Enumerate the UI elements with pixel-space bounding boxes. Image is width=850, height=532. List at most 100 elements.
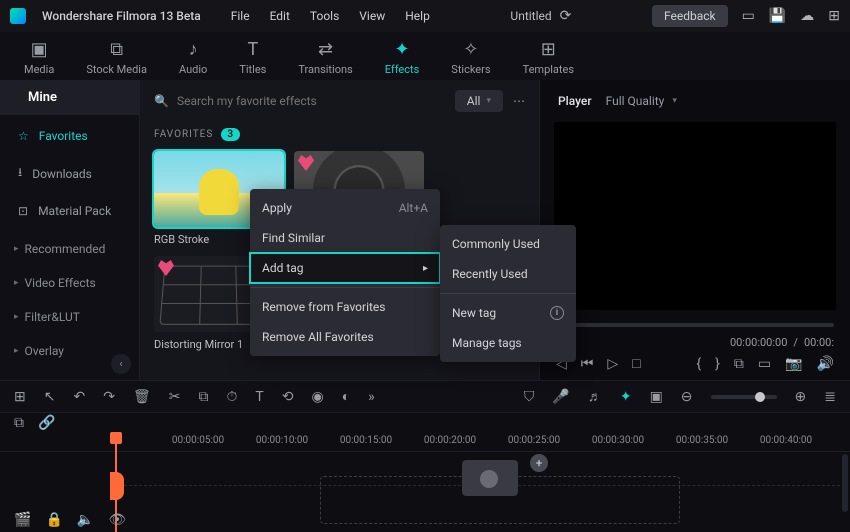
track-layers-icon[interactable]: ⧉ [14,415,24,431]
tag-new-tag[interactable]: New tagi [440,298,576,328]
sidebar-item-downloads[interactable]: ⭳Downloads [0,153,139,194]
track-visibility-button[interactable]: 🎬 [14,512,31,528]
crop-tool[interactable]: ⧉ [198,389,208,405]
mask-tool[interactable]: ◐ [342,388,350,405]
sidebar-collapse-button[interactable]: ‹ [111,354,131,374]
color-tool[interactable]: ◉ [311,389,323,405]
ctx-add-tag[interactable]: Add tag▸ [250,253,440,283]
track-eye-button[interactable]: 👁 [108,512,126,528]
more-options-button[interactable]: ⋯ [513,94,525,108]
separator [440,293,576,294]
menu-help[interactable]: Help [405,9,430,23]
ruler-tick: 00:00:25:00 [508,435,560,446]
tab-titles[interactable]: TTitles [239,39,266,80]
zoom-slider[interactable] [711,395,777,399]
clip-placeholder[interactable] [462,460,518,496]
cut-button[interactable]: ✂ [169,389,181,405]
cloud-icon[interactable]: ☁ [800,8,814,24]
main-menu: File Edit Tools View Help [231,9,430,23]
menu-edit[interactable]: Edit [270,9,290,23]
play-button[interactable]: ▷ [607,356,618,372]
step-back-button[interactable]: ⏮ [581,356,594,372]
timeline-options[interactable]: ≣ [824,389,836,405]
menu-tools[interactable]: Tools [310,9,339,23]
snapshot-button[interactable]: 📷 [785,356,802,372]
feedback-button[interactable]: Feedback [652,5,728,27]
tab-stickers[interactable]: ✧Stickers [451,39,490,80]
crop-button[interactable]: ⧉ [734,356,744,372]
ctx-apply[interactable]: ApplyAlt+A [250,193,440,223]
track-header: ⧉ 🔗 [0,412,850,432]
sidebar-tab-mine[interactable]: Mine [0,80,139,115]
zoom-out-button[interactable]: ⊖ [681,389,693,405]
sync-icon[interactable]: ⟳ [560,8,572,24]
sidebar-item-filter-lut[interactable]: ▸Filter&LUT [0,300,139,334]
clip-start-handle[interactable] [110,472,124,500]
tab-effects[interactable]: ✦Effects [385,39,420,80]
effects-icon: ✦ [394,39,409,60]
sidebar-item-recommended[interactable]: ▸Recommended [0,232,139,266]
app-title: Wondershare Filmora 13 Beta [42,9,201,23]
track-lock-button[interactable]: 🔒 [45,512,62,528]
speed-tool[interactable]: ⏱ [226,389,237,405]
vertical-scrollbar[interactable] [842,454,848,512]
text-tool[interactable]: T [255,389,263,405]
ctx-remove-favorite[interactable]: Remove from Favorites [250,292,440,322]
ctx-remove-all-favorites[interactable]: Remove All Favorites [250,322,440,352]
tag-manage-tags[interactable]: Manage tags [440,328,576,358]
marker-tool[interactable]: ▣ [650,389,663,405]
zoom-in-button[interactable]: ⊕ [795,389,807,405]
favorites-count-badge: 3 [221,128,240,141]
audio-icon: ♪ [189,39,198,60]
search-input[interactable] [177,94,445,108]
tab-audio[interactable]: ♪Audio [179,39,207,80]
undo-button[interactable]: ↶ [73,389,85,405]
display-button[interactable]: ▭ [758,356,771,372]
time-ruler[interactable]: 00:00:05:00 00:00:10:00 00:00:15:00 00:0… [0,432,850,452]
volume-button[interactable]: 🔊 [817,356,834,372]
stop-button[interactable]: □ [632,355,640,372]
save-icon[interactable]: 💾 [769,8,786,24]
tab-media[interactable]: ▣Media [24,39,54,80]
shield-tool[interactable]: ⛉ [524,389,535,405]
add-clip-button[interactable]: + [530,454,548,472]
ruler-tick: 00:00:05:00 [172,435,224,446]
tab-templates[interactable]: ⊞Templates [523,39,574,80]
chevron-down-icon: ▾ [486,96,491,106]
filter-dropdown[interactable]: All▾ [455,90,503,112]
tab-transitions[interactable]: ⇄Transitions [298,39,352,80]
video-viewport[interactable] [554,122,836,310]
mark-out-button[interactable]: } [715,356,720,372]
timeline-toolbar: ⊞ ↖ ↶ ↷ 🗑 ✂ ⧉ ⏱ T ⟲ ◉ ◐ » ⛉ 🎤 ♬ ✦ ▣ ⊖ ⊕ … [0,380,850,412]
tag-recently-used[interactable]: Recently Used [440,259,576,289]
more-tools[interactable]: » [368,389,375,405]
music-tool[interactable]: ♬ [588,388,602,405]
delete-button[interactable]: 🗑 [133,389,151,405]
menu-file[interactable]: File [231,9,250,23]
sidebar-item-material-pack[interactable]: ⊡Material Pack [0,194,139,228]
cursor-tool[interactable]: ↖ [44,389,56,405]
ai-tool[interactable]: ✦ [620,389,632,405]
timeline[interactable]: 00:00:05:00 00:00:10:00 00:00:15:00 00:0… [0,432,850,532]
redo-button[interactable]: ↷ [103,389,115,405]
monitor-icon[interactable]: ▭ [742,8,755,24]
tag-commonly-used[interactable]: Commonly Used [440,229,576,259]
ctx-find-similar[interactable]: Find Similar [250,223,440,253]
mark-in-button[interactable]: { [696,356,701,372]
stock-icon: ⧉ [110,39,123,60]
tab-stock-media[interactable]: ⧉Stock Media [86,39,147,80]
select-tool[interactable]: ⊞ [14,389,26,405]
sidebar-item-favorites[interactable]: ☆Favorites [0,119,139,153]
track-mute-button[interactable]: 🔈 [77,512,94,528]
rotate-tool[interactable]: ⟲ [282,389,294,405]
menu-view[interactable]: View [359,9,385,23]
apps-grid-icon[interactable]: ⊞ [828,8,840,24]
quality-dropdown[interactable]: Full Quality▾ [606,94,677,108]
mic-tool[interactable]: 🎤 [552,389,569,405]
link-tool[interactable]: 🔗 [38,415,55,431]
player-label: Player [558,94,592,108]
sidebar-item-video-effects[interactable]: ▸Video Effects [0,266,139,300]
ruler-tick: 00:00:15:00 [340,435,392,446]
scrub-bar[interactable] [556,318,834,332]
favorite-heart-icon [298,155,314,171]
